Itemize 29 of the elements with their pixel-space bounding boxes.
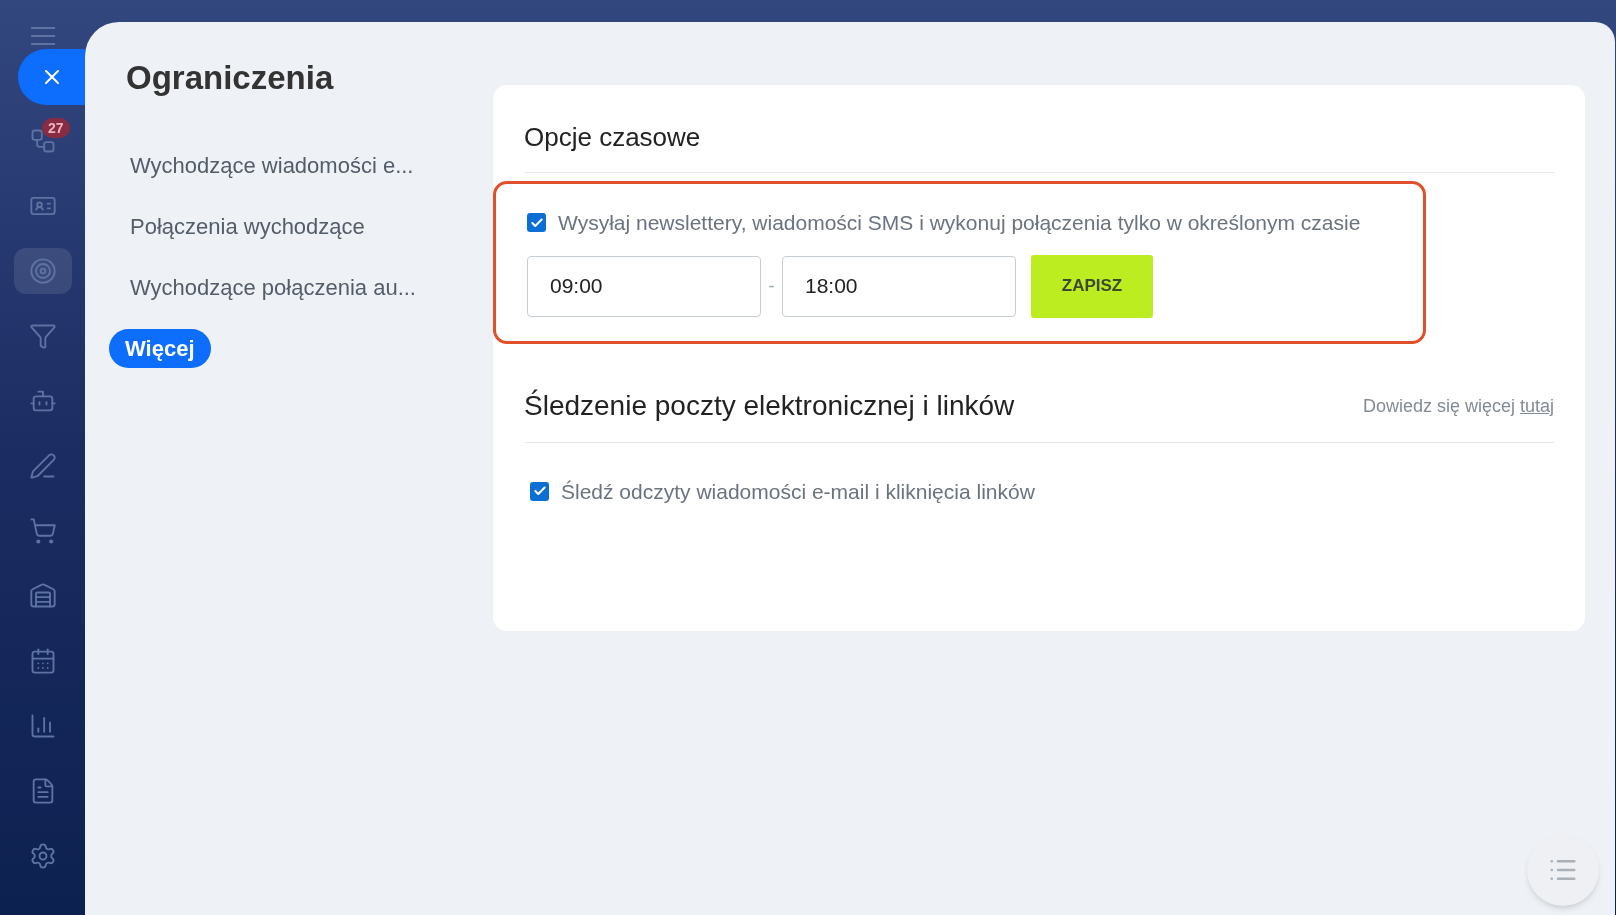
checkbox[interactable] bbox=[527, 213, 546, 233]
garage-icon bbox=[28, 582, 57, 610]
nav-item[interactable]: Połączenia wychodzące bbox=[109, 207, 386, 246]
start-time-field[interactable]: 09:00 bbox=[527, 255, 761, 317]
target-button[interactable] bbox=[13, 248, 72, 294]
hint-text: Dowiedz się więcej bbox=[1362, 394, 1515, 418]
close-button[interactable] bbox=[18, 49, 85, 105]
range-separator: - bbox=[767, 274, 776, 298]
page-title: Ograniczenia bbox=[126, 58, 335, 98]
flow-button[interactable]: 27 bbox=[13, 118, 72, 164]
cart-icon bbox=[28, 517, 57, 545]
check-icon bbox=[529, 215, 544, 230]
funnel-icon bbox=[28, 322, 57, 350]
checkbox-label: Śledź odczyty wiadomości e-mail i kliknięcia linków bbox=[561, 478, 1035, 505]
end-time-field[interactable]: 18:00 bbox=[782, 255, 1016, 317]
count-badge: 27 bbox=[41, 118, 70, 138]
checkbox-label: Wysyłaj newslettery, wiadomości SMS i wykonuj połączenia tylko w określonym czasie bbox=[558, 210, 1361, 236]
nav-item[interactable]: Wychodzące wiadomości e... bbox=[109, 146, 435, 185]
help-link[interactable]: tutaj bbox=[1519, 392, 1554, 420]
pen-icon bbox=[28, 452, 57, 480]
menu-icon bbox=[30, 27, 55, 45]
nav-item[interactable]: Wychodzące połączenia au... bbox=[109, 268, 437, 307]
section-title: Opcje czasowe bbox=[524, 119, 1554, 173]
save-button[interactable]: ZAPISZ bbox=[1031, 254, 1153, 318]
list-button[interactable] bbox=[1527, 834, 1599, 906]
section-title: Śledzenie poczty elektronicznej i linków bbox=[524, 388, 1015, 423]
target-icon bbox=[28, 257, 57, 285]
checkbox[interactable] bbox=[530, 481, 549, 501]
nav-item[interactable]: Więcej bbox=[109, 329, 211, 368]
